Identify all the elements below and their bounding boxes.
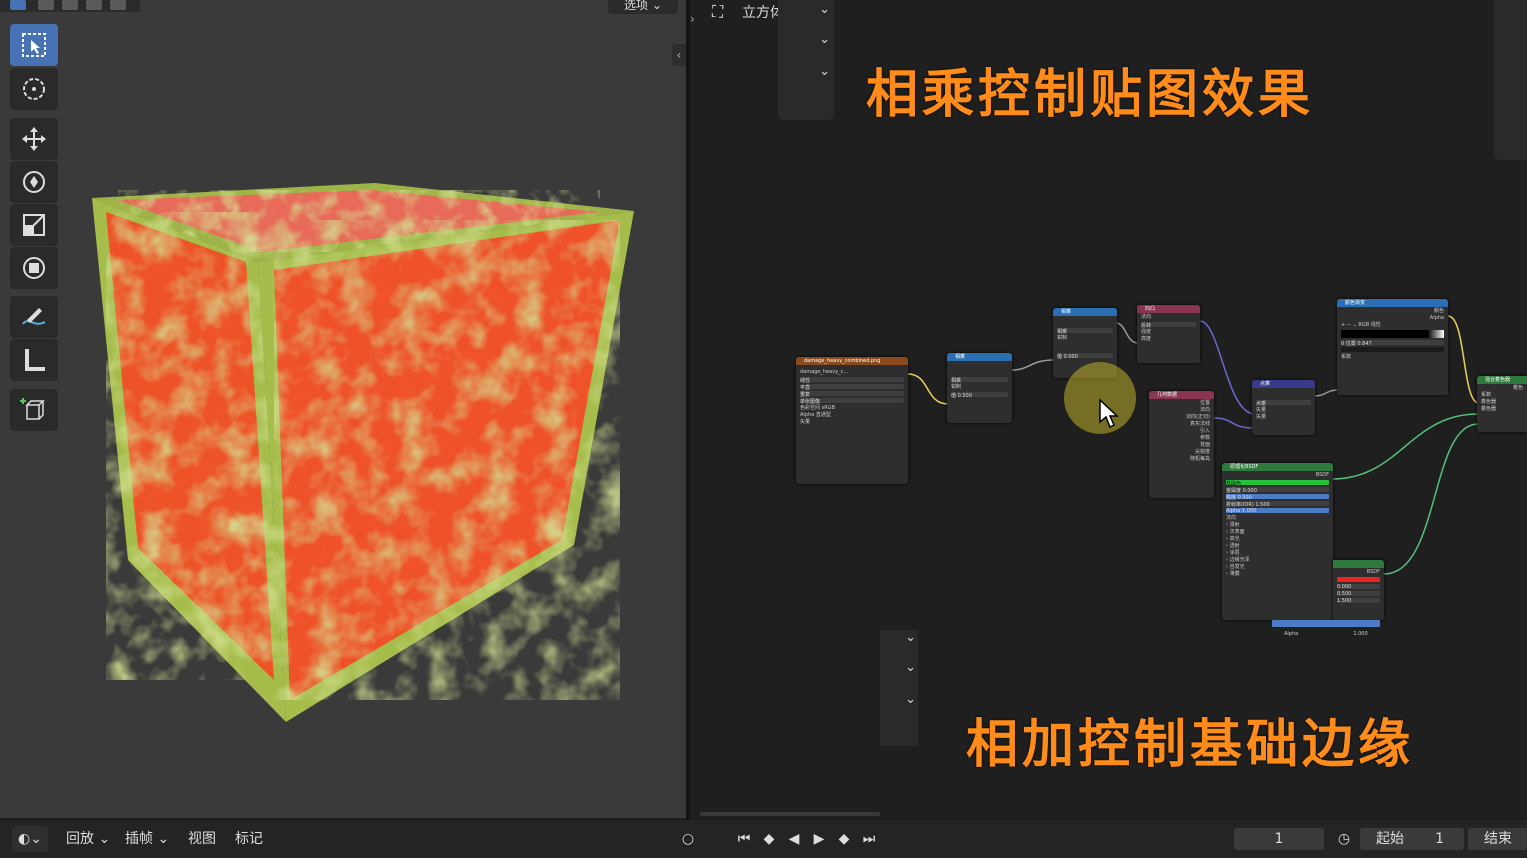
dot-vec1: 矢量	[1256, 407, 1267, 413]
record-icon[interactable]: ○	[676, 826, 700, 852]
node-principled-bsdf[interactable]: 原理化BSDF BSDF 基础色 金属度 0.000 糙度 0.500 折射率(…	[1222, 463, 1333, 620]
node-bump[interactable]: 凹凸 法向 反转 强度 高度	[1137, 305, 1200, 363]
image-vector-socket: 矢量	[800, 419, 811, 425]
bsdf-normal: 法向	[1226, 515, 1237, 521]
node-dot-title: 点乘	[1252, 380, 1315, 388]
mix-shader-2: 着色器	[1481, 406, 1497, 412]
bump-normal-out: 法向	[1141, 314, 1152, 320]
ramp-position[interactable]: 0 位置 0.847	[1341, 340, 1444, 347]
geometry-backfacing: 背面	[1199, 442, 1210, 448]
ramp-out-alpha: Alpha	[1429, 315, 1444, 321]
geometry-pointiness: 尖锐度	[1194, 449, 1210, 455]
bsdf-section-subsurface[interactable]: › 次表面	[1226, 529, 1329, 535]
bsdf2-v3[interactable]: 1.500	[1337, 598, 1380, 604]
mix-shader-1: 着色器	[1481, 399, 1497, 405]
play-reverse-icon[interactable]: ◀	[782, 826, 806, 852]
node-multiply-1-title: 相乘	[947, 353, 1012, 361]
keying-menu[interactable]: 插帧 ⌄	[125, 826, 169, 852]
node-mix-title: 混合着色器	[1477, 376, 1527, 384]
bsdf-output: BSDF	[1315, 472, 1329, 478]
node-dot-product[interactable]: 点乘 点乘 矢量 矢量	[1252, 380, 1315, 435]
horizontal-scrollbar[interactable]	[700, 812, 880, 816]
mix-output: 着色	[1512, 385, 1523, 391]
marker-menu[interactable]: 标记	[235, 826, 263, 852]
multiply-2-value[interactable]: 值 0.000	[1057, 353, 1113, 360]
node-image-texture-title: damage_heavy_combined.png	[796, 357, 908, 365]
dot-vec2: 矢量	[1256, 414, 1267, 420]
image-row-interp[interactable]: 线性	[800, 377, 904, 384]
bsdf2-alpha[interactable]: Alpha 1.000	[1272, 620, 1380, 637]
bsdf-ior[interactable]: 折射率(IOR) 1.500	[1226, 501, 1329, 508]
node-bump-title: 凹凸	[1137, 305, 1200, 313]
bsdf-alpha[interactable]: Alpha 1.000	[1226, 508, 1329, 514]
node-multiply-2-title: 相乘	[1053, 308, 1117, 316]
image-row-source[interactable]: 单张图像	[800, 398, 904, 405]
geometry-parametric: 参数	[1199, 435, 1210, 441]
play-icon[interactable]: ▶	[807, 826, 831, 852]
image-row-projection[interactable]: 平直	[800, 384, 904, 391]
ramp-stop-color[interactable]	[1341, 347, 1444, 352]
mouse-pointer-icon	[1099, 398, 1119, 429]
multiply-1-value[interactable]: 值 0.500	[951, 392, 1008, 399]
jump-end-icon[interactable]: ⏭	[857, 826, 881, 852]
multiply-1-clamp[interactable]: 钳制	[951, 384, 1008, 390]
bsdf-section-transmission[interactable]: › 透射	[1226, 543, 1329, 549]
timeline-bar: ◐⌄ 回放 ⌄ 插帧 ⌄ 视图 标记 ○ ⏮ ◆ ◀ ▶ ◆ ⏭ 1 ◷ 起始 1…	[0, 820, 1527, 858]
bsdf-section-emission[interactable]: › 自发光	[1226, 564, 1329, 570]
geometry-random: 随机每岛	[1189, 456, 1210, 462]
multiply-2-clamp[interactable]: 钳制	[1057, 335, 1113, 341]
ramp-out-color: 颜色	[1433, 308, 1444, 314]
playback-menu[interactable]: 回放 ⌄	[66, 826, 110, 852]
bsdf-section-thin-film[interactable]: › 薄膜	[1226, 571, 1329, 577]
ramp-mode[interactable]: + − ⌄ RGB 线性	[1341, 322, 1444, 328]
end-frame-field[interactable]: 结束	[1468, 828, 1527, 850]
node-bsdf-title: 原理化BSDF	[1222, 463, 1333, 471]
image-color-space[interactable]: 色彩空间 sRGB	[800, 405, 904, 411]
node-geometry[interactable]: 几何数据 位置 法向 切向(正切) 真实法线 引入 参数 背面 尖锐度 随机每岛	[1149, 391, 1214, 498]
next-keyframe-icon[interactable]: ◆	[832, 826, 856, 852]
bsdf2-v1[interactable]: 0.000	[1337, 584, 1380, 590]
current-frame-field[interactable]: 1	[1234, 828, 1324, 850]
bsdf2-base-color[interactable]	[1337, 577, 1380, 582]
ramp-gradient-bar[interactable]	[1341, 330, 1444, 338]
bsdf-roughness[interactable]: 糙度 0.500	[1226, 494, 1329, 501]
editor-type-clock-icon[interactable]: ◐⌄	[12, 826, 48, 852]
bsdf-section-sheen[interactable]: › 边缘光泽	[1226, 557, 1329, 563]
node-mix-shader[interactable]: 混合着色器 着色 系数 着色器 着色器	[1477, 376, 1527, 432]
dot-op[interactable]: 点乘	[1256, 400, 1311, 407]
bsdf-section-specular[interactable]: › 高光	[1226, 536, 1329, 542]
geometry-position: 位置	[1199, 400, 1210, 406]
node-bsdf-2[interactable]: BSDF 0.000 0.500 1.500	[1333, 560, 1384, 620]
bump-invert[interactable]: 反转	[1141, 322, 1196, 329]
node-color-ramp[interactable]: 颜色渐变 颜色 Alpha + − ⌄ RGB 线性 0 位置 0.847 系数	[1337, 299, 1448, 395]
bump-strength[interactable]: 强度	[1141, 329, 1196, 335]
bsdf-base-color[interactable]: 基础色	[1226, 480, 1329, 487]
multiply-2-op[interactable]: 相乘	[1057, 328, 1113, 335]
node-multiply-1[interactable]: 相乘 相乘 钳制 值 0.500	[947, 353, 1012, 423]
clock-icon[interactable]: ◷	[1332, 826, 1356, 852]
image-alpha-mode[interactable]: Alpha 直通型	[800, 412, 904, 418]
mix-factor: 系数	[1481, 392, 1492, 398]
prev-keyframe-icon[interactable]: ◆	[757, 826, 781, 852]
multiply-1-op[interactable]: 相乘	[951, 377, 1008, 384]
bsdf2-output: BSDF	[1366, 569, 1380, 575]
bsdf-section-diffuse[interactable]: › 漫射	[1226, 522, 1329, 528]
bsdf-metallic[interactable]: 金属度 0.000	[1226, 487, 1329, 494]
geometry-normal: 法向	[1199, 407, 1210, 413]
view-menu[interactable]: 视图	[188, 826, 216, 852]
ramp-factor: 系数	[1341, 354, 1352, 360]
start-frame-field[interactable]: 起始 1	[1360, 828, 1464, 850]
bsdf2-v2[interactable]: 0.500	[1337, 591, 1380, 597]
geometry-true-normal: 真实法线	[1189, 421, 1210, 427]
geometry-incoming: 引入	[1199, 428, 1210, 434]
bump-height[interactable]: 高度	[1141, 336, 1196, 342]
geometry-tangent: 切向(正切)	[1186, 414, 1210, 420]
jump-start-icon[interactable]: ⏮	[732, 826, 756, 852]
node-color-ramp-title: 颜色渐变	[1337, 299, 1448, 307]
node-image-texture[interactable]: damage_heavy_combined.png damage_heavy_c…	[796, 357, 908, 484]
bsdf-section-coat[interactable]: › 涂层	[1226, 550, 1329, 556]
image-file-name[interactable]: damage_heavy_c...	[800, 369, 848, 375]
node-geometry-title: 几何数据	[1149, 391, 1214, 399]
image-row-extension[interactable]: 重复	[800, 391, 904, 398]
